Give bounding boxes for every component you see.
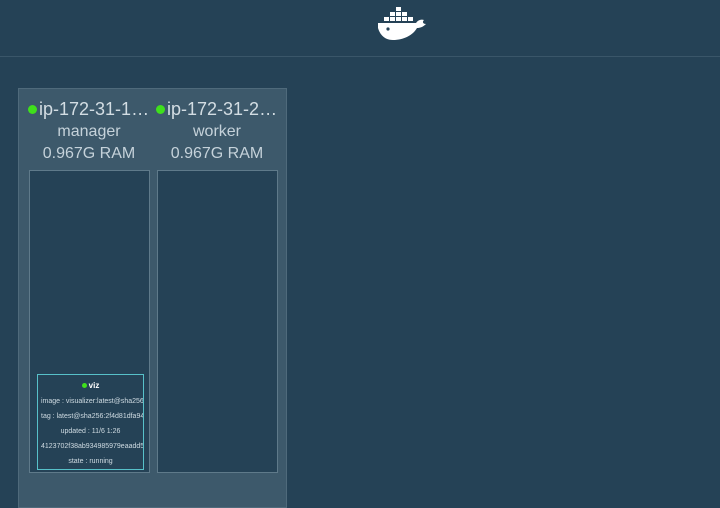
node-hostname: ip-172-31-13-… [39, 99, 153, 119]
node-ram: 0.967G RAM [42, 145, 136, 162]
node-hostname: ip-172-31-2-3… [167, 99, 281, 119]
node-role: manager [57, 123, 121, 140]
node-manager: ip-172-31-13-… manager 0.967G RAM viz im… [25, 89, 153, 489]
container-id: 4123702f38ab934985979eaadd5538 [41, 443, 143, 450]
node-ram: 0.967G RAM [170, 145, 264, 162]
node-role: worker [192, 123, 241, 140]
docker-whale-icon [378, 7, 426, 40]
container-name: viz [38, 381, 143, 390]
container-card-viz[interactable]: viz image : visualizer:latest@sha256:2f4… [37, 374, 144, 470]
cluster-panel: ip-172-31-13-… manager 0.967G RAM viz im… [18, 88, 287, 508]
status-running-icon [81, 383, 87, 389]
node-title: ip-172-31-13-… [25, 97, 153, 121]
container-image: image : visualizer:latest@sha256:2f4 [41, 398, 143, 405]
header-bar [0, 0, 720, 57]
node-container-area [157, 170, 278, 473]
status-online-icon [156, 104, 165, 114]
status-online-icon [28, 104, 37, 114]
container-state: state : running [68, 458, 113, 465]
container-updated: updated : 11/6 1:26 [60, 428, 121, 435]
node-title: ip-172-31-2-3… [153, 97, 281, 121]
container-tag: tag : latest@sha256:2f4d81dfa94083 [41, 413, 143, 420]
node-container-area: viz image : visualizer:latest@sha256:2f4… [29, 170, 150, 473]
node-worker: ip-172-31-2-3… worker 0.967G RAM [153, 89, 281, 489]
